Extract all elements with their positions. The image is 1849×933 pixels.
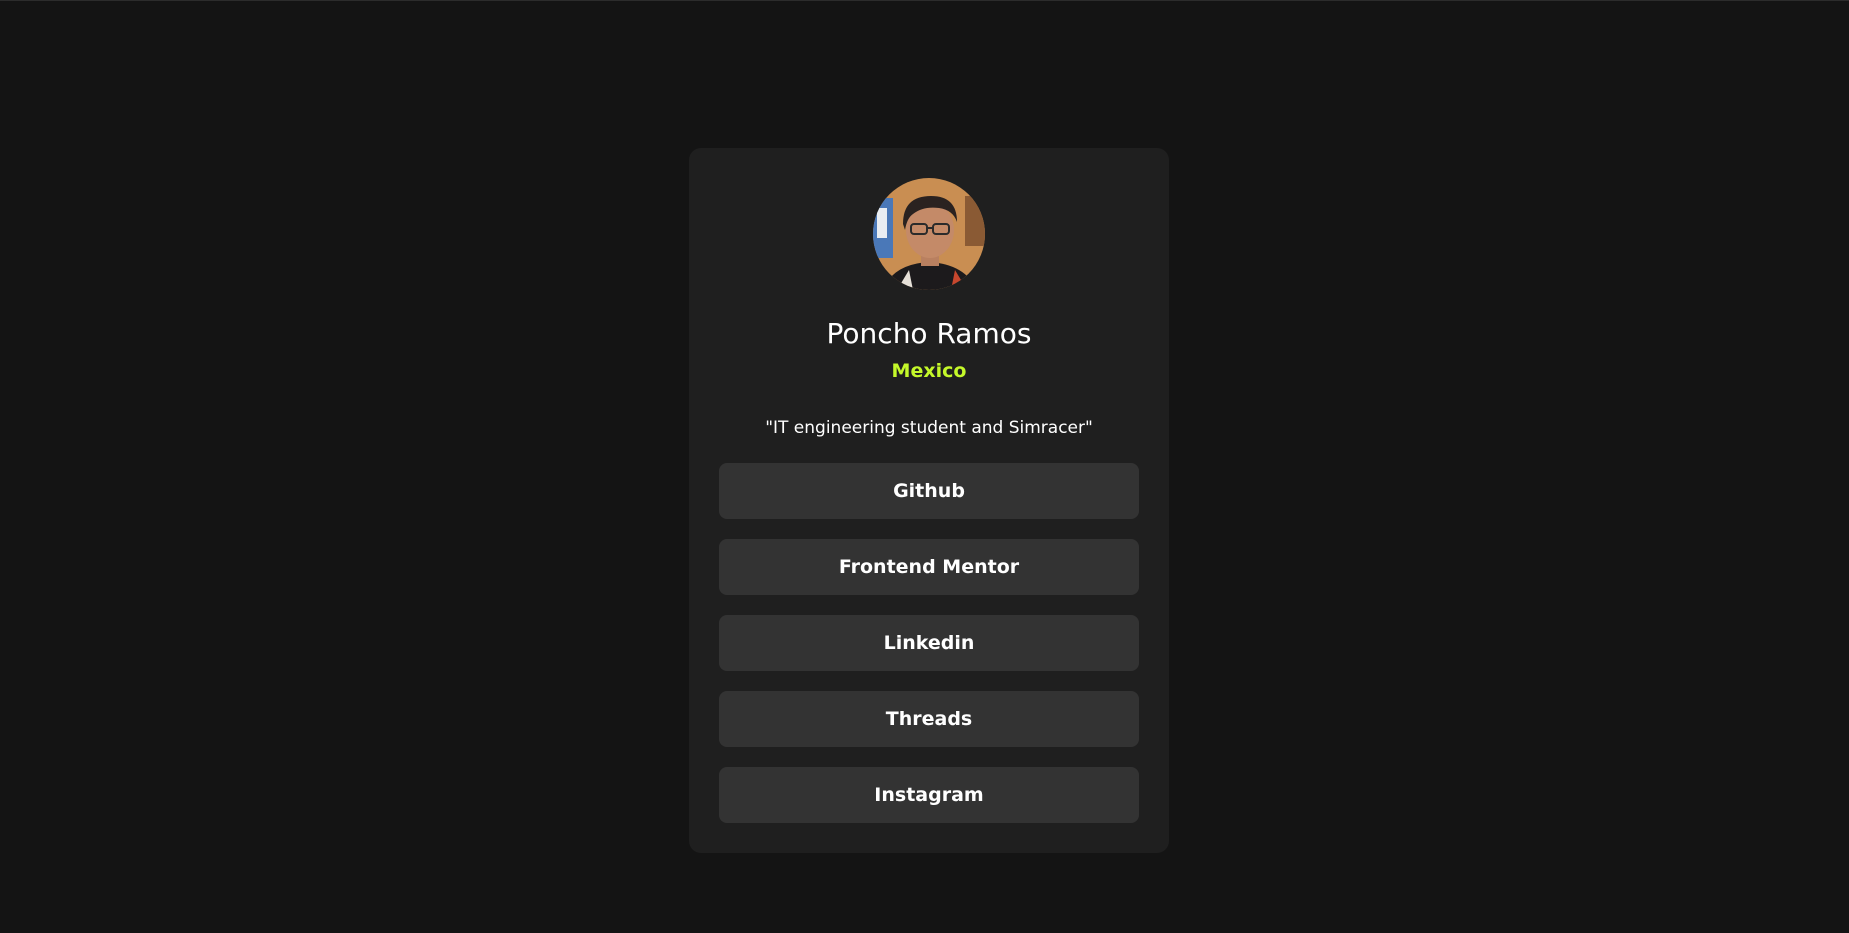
github-link-button[interactable]: Github bbox=[719, 463, 1139, 519]
threads-link-button[interactable]: Threads bbox=[719, 691, 1139, 747]
avatar-image bbox=[873, 178, 985, 290]
frontend-mentor-link-button[interactable]: Frontend Mentor bbox=[719, 539, 1139, 595]
profile-location: Mexico bbox=[891, 360, 967, 382]
profile-bio: "IT engineering student and Simracer" bbox=[765, 418, 1093, 438]
avatar bbox=[873, 178, 985, 290]
linkedin-link-button[interactable]: Linkedin bbox=[719, 615, 1139, 671]
social-links: Github Frontend Mentor Linkedin Threads … bbox=[719, 463, 1139, 823]
instagram-link-button[interactable]: Instagram bbox=[719, 767, 1139, 823]
top-divider bbox=[0, 0, 1849, 1]
profile-name: Poncho Ramos bbox=[826, 317, 1032, 350]
profile-card: Poncho Ramos Mexico "IT engineering stud… bbox=[689, 148, 1169, 853]
